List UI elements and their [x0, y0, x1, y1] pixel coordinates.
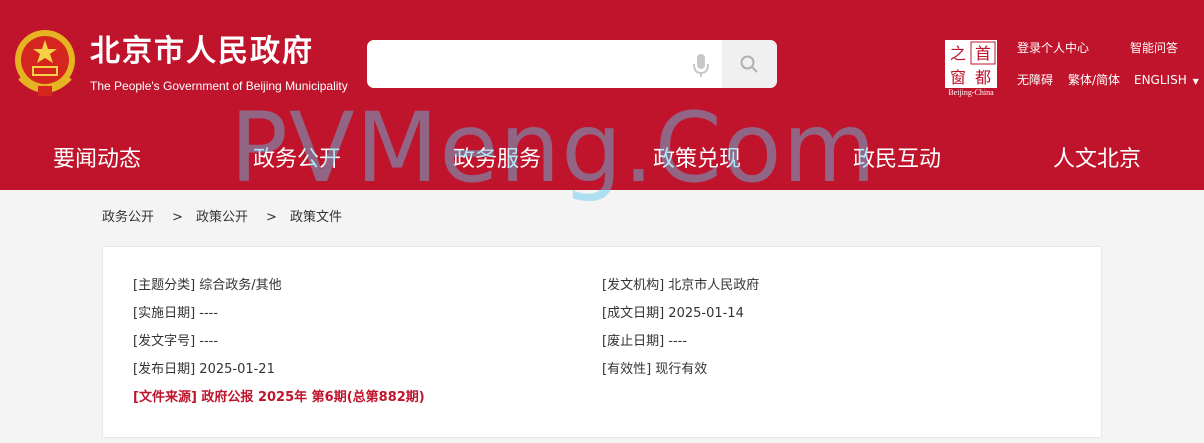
capital-logo-char: 窗 — [950, 68, 966, 87]
info-label: [发文机构] — [602, 278, 665, 293]
info-label: [发布日期] — [133, 362, 196, 377]
info-value: 2025-01-21 — [199, 362, 275, 377]
capital-logo-char: 都 — [975, 68, 991, 87]
accessibility-link[interactable]: 无障碍 — [1017, 72, 1053, 88]
info-value: 2025-01-14 — [668, 306, 744, 321]
site-subtitle: The People's Government of Beijing Munic… — [90, 79, 348, 93]
breadcrumb-separator: > — [266, 210, 277, 225]
info-value: 北京市人民政府 — [668, 278, 760, 293]
info-value: ---- — [199, 306, 219, 321]
info-label: [主题分类] — [133, 278, 196, 293]
info-label: [有效性] — [602, 362, 652, 377]
info-issuing-agency: [发文机构] 北京市人民政府 — [602, 277, 759, 295]
breadcrumb-item[interactable]: 政务公开 — [102, 209, 154, 227]
nav-item-gov-services[interactable]: 政务服务 — [453, 145, 541, 175]
capital-logo-caption: Beijing-China — [948, 88, 994, 97]
breadcrumb-item[interactable]: 政策公开 — [196, 209, 248, 227]
breadcrumb-item[interactable]: 政策文件 — [290, 209, 342, 227]
info-label: [成文日期] — [602, 306, 665, 321]
info-label: [废止日期] — [602, 334, 665, 349]
info-subject-category: [主题分类] 综合政务/其他 — [133, 277, 282, 295]
info-value: ---- — [199, 334, 219, 349]
search-icon — [740, 55, 758, 73]
info-label: [文件来源] — [133, 390, 197, 405]
info-validity: [有效性] 现行有效 — [602, 361, 707, 379]
smart-qa-link[interactable]: 智能问答 — [1130, 40, 1178, 56]
site-title[interactable]: 北京市人民政府 — [90, 34, 314, 70]
caret-down-icon: ▼ — [1192, 77, 1199, 86]
site-header: 北京市人民政府 The People's Government of Beiji… — [0, 0, 1204, 130]
breadcrumb-separator: > — [172, 210, 183, 225]
info-value: 综合政务/其他 — [199, 278, 282, 293]
search-button[interactable] — [722, 40, 777, 88]
search-input[interactable] — [377, 48, 681, 82]
info-effective-date: [实施日期] ---- — [133, 305, 218, 323]
nav-item-culture-beijing[interactable]: 人文北京 — [1053, 145, 1141, 175]
nav-item-gov-affairs-disclosure[interactable]: 政务公开 — [253, 145, 341, 175]
microphone-icon[interactable] — [688, 52, 714, 78]
main-nav: 要闻动态 政务公开 政务服务 政策兑现 政民互动 人文北京 — [0, 130, 1204, 190]
capital-logo-char: 之 — [950, 44, 966, 63]
search-box — [367, 40, 777, 88]
info-written-date: [成文日期] 2025-01-14 — [602, 305, 744, 323]
english-link[interactable]: ENGLISH ▼ — [1134, 72, 1199, 90]
info-label: [发文字号] — [133, 334, 196, 349]
english-link-label: ENGLISH — [1134, 73, 1187, 87]
info-value: ---- — [668, 334, 688, 349]
info-label: [实施日期] — [133, 306, 196, 321]
nav-item-news[interactable]: 要闻动态 — [53, 145, 141, 175]
capital-logo-char: 首 — [975, 44, 991, 63]
info-value: 政府公报 2025年 第6期(总第882期) — [201, 390, 425, 405]
info-document-source[interactable]: [文件来源] 政府公报 2025年 第6期(总第882期) — [133, 389, 425, 407]
nav-item-policy-fulfillment[interactable]: 政策兑现 — [653, 145, 741, 175]
info-publish-date: [发布日期] 2025-01-21 — [133, 361, 275, 379]
traditional-simplified-link[interactable]: 繁体/简体 — [1068, 72, 1120, 88]
login-link[interactable]: 登录个人中心 — [1017, 40, 1089, 56]
info-document-number: [发文字号] ---- — [133, 333, 218, 351]
national-emblem-icon[interactable] — [12, 28, 78, 100]
nav-item-interaction[interactable]: 政民互动 — [853, 145, 941, 175]
info-repeal-date: [废止日期] ---- — [602, 333, 687, 351]
info-value: 现行有效 — [655, 362, 708, 377]
